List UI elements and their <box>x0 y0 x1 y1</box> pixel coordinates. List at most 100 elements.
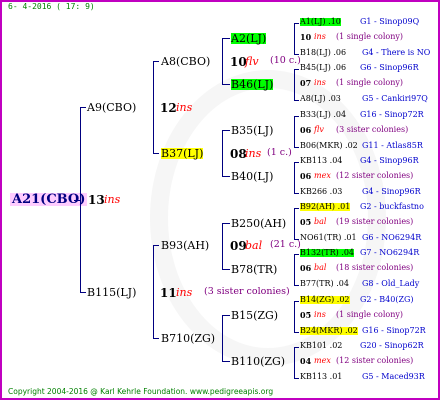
gen4-number: 05 <box>300 310 312 320</box>
gen4-dam-origin: G4 - Sinop96R <box>362 187 421 196</box>
gen2-b93-note: (21 c.) <box>270 239 301 250</box>
bracket-line <box>294 69 299 70</box>
bracket-line <box>153 61 159 62</box>
bracket-line <box>80 107 86 108</box>
gen2-b93[interactable]: B93(AH) <box>161 240 209 251</box>
root-number: 13 <box>88 193 105 207</box>
gen2-b37[interactable]: B37(LJ) <box>161 148 204 159</box>
gen1-sire-ins: ins <box>176 101 193 114</box>
bracket-line <box>294 100 299 101</box>
gen4-sire[interactable]: B14(ZG) .02 <box>300 296 350 304</box>
bracket-line <box>294 285 299 286</box>
gen4-number: 05 <box>300 217 312 227</box>
gen4-note: (1 single colony) <box>336 78 403 87</box>
gen3-b35[interactable]: B35(LJ) <box>231 125 273 136</box>
gen3-b40[interactable]: B40(LJ) <box>231 171 273 182</box>
gen3-b250[interactable]: B250(AH) <box>231 218 286 229</box>
gen1-sire-number: 12 <box>160 101 177 115</box>
gen3-b15[interactable]: B15(ZG) <box>231 310 278 321</box>
bracket-line <box>222 223 230 224</box>
bracket-line <box>294 301 295 332</box>
gen4-dam-origin: G6 - NO6294R <box>362 233 422 242</box>
gen2-a8-ins: flv <box>245 55 259 68</box>
gen4-sire-origin: G20 - Sinop62R <box>360 341 424 350</box>
gen4-sire-origin: G6 - Sinop96R <box>360 63 419 72</box>
bracket-line <box>294 208 299 209</box>
bracket-line <box>222 176 230 177</box>
gen4-dam-origin: G11 - Atlas85R <box>362 141 423 150</box>
gen4-ins: flv <box>314 125 324 134</box>
gen4-dam[interactable]: B24(MKR) .02 <box>300 327 358 335</box>
bracket-line <box>80 292 86 293</box>
gen4-dam[interactable]: B18(LJ) .06 <box>300 49 346 57</box>
gen4-dam[interactable]: KB113 .01 <box>300 373 342 381</box>
gen1-dam-ins: ins <box>176 286 193 299</box>
gen1-dam-note: (3 sister colonies) <box>204 286 290 297</box>
gen4-sire[interactable]: KB113 .04 <box>300 157 342 165</box>
gen4-sire[interactable]: KB101 .02 <box>300 342 342 350</box>
bracket-line <box>294 332 299 333</box>
gen4-sire[interactable]: A1(LJ) .10 <box>300 18 341 26</box>
gen4-sire[interactable]: B132(TR) .04 <box>300 249 355 257</box>
bracket-line <box>153 245 154 339</box>
bracket-line <box>294 54 299 55</box>
gen1-dam[interactable]: B115(LJ) <box>87 287 136 298</box>
bracket-line <box>153 61 154 154</box>
gen4-dam-origin: G16 - Sinop72R <box>362 326 426 335</box>
gen4-sire-origin: G16 - Sinop72R <box>360 110 424 119</box>
bracket-line <box>222 38 223 85</box>
bracket-line <box>222 130 230 131</box>
gen2-a8-note: (10 c.) <box>270 55 301 66</box>
gen4-note: (1 single colony) <box>336 310 403 319</box>
gen4-ins: bal <box>314 263 327 272</box>
bracket-line <box>74 200 80 201</box>
bracket-line <box>294 23 299 24</box>
gen4-dam-origin: G5 - Cankiri97Q <box>362 94 428 103</box>
gen4-ins: ins <box>314 32 326 41</box>
gen4-sire-origin: G2 - B40(ZG) <box>360 295 414 304</box>
gen4-ins: bal <box>314 217 327 226</box>
gen2-a8[interactable]: A8(CBO) <box>161 56 210 67</box>
bracket-line <box>294 162 299 163</box>
bracket-line <box>222 361 230 362</box>
gen1-sire[interactable]: A9(CBO) <box>87 102 136 113</box>
gen3-b46[interactable]: B46(LJ) <box>231 79 274 90</box>
gen3-b110[interactable]: B110(ZG) <box>231 356 285 367</box>
gen2-b93-ins: bal <box>245 239 263 252</box>
bracket-line <box>222 130 223 177</box>
bracket-line <box>294 147 299 148</box>
gen4-note: (19 sister colonies) <box>336 217 414 226</box>
gen4-ins: ins <box>314 310 326 319</box>
gen4-number: 10 <box>300 32 312 42</box>
gen2-b37-note: (1 c.) <box>267 147 292 158</box>
gen4-number: 06 <box>300 171 312 181</box>
bracket-line <box>153 153 159 154</box>
gen4-dam[interactable]: B06(MKR) .02 <box>300 142 358 150</box>
gen4-sire[interactable]: B92(AH) .01 <box>300 203 351 211</box>
bracket-line <box>294 347 295 378</box>
bracket-line <box>294 208 295 239</box>
root-ins: ins <box>104 193 121 206</box>
gen4-dam[interactable]: A8(LJ) .03 <box>300 95 341 103</box>
copyright-footer: Copyright 2004-2016 @ Karl Kehrle Founda… <box>8 387 274 396</box>
gen4-sire[interactable]: B45(LJ) .06 <box>300 64 346 72</box>
gen4-dam[interactable]: NO61(TR) .01 <box>300 234 357 242</box>
gen4-number: 07 <box>300 78 312 88</box>
gen2-b710[interactable]: B710(ZG) <box>161 333 215 344</box>
gen3-b78[interactable]: B78(TR) <box>231 264 277 275</box>
gen4-sire[interactable]: B33(LJ) .04 <box>300 111 346 119</box>
gen4-ins: mex <box>314 171 331 180</box>
bracket-line <box>294 116 295 147</box>
bracket-line <box>294 23 295 54</box>
bracket-line <box>294 301 299 302</box>
bracket-line <box>222 269 230 270</box>
gen4-ins: ins <box>314 78 326 87</box>
bracket-line <box>294 254 295 285</box>
gen4-sire-origin: G7 - NO6294R <box>360 248 420 257</box>
gen4-note: (12 sister colonies) <box>336 356 414 365</box>
gen4-dam[interactable]: B77(TR) .04 <box>300 280 349 288</box>
gen4-dam[interactable]: KB266 .03 <box>300 188 342 196</box>
gen3-a2[interactable]: A2(LJ) <box>231 33 267 44</box>
bracket-line <box>294 162 295 193</box>
bracket-line <box>222 38 230 39</box>
